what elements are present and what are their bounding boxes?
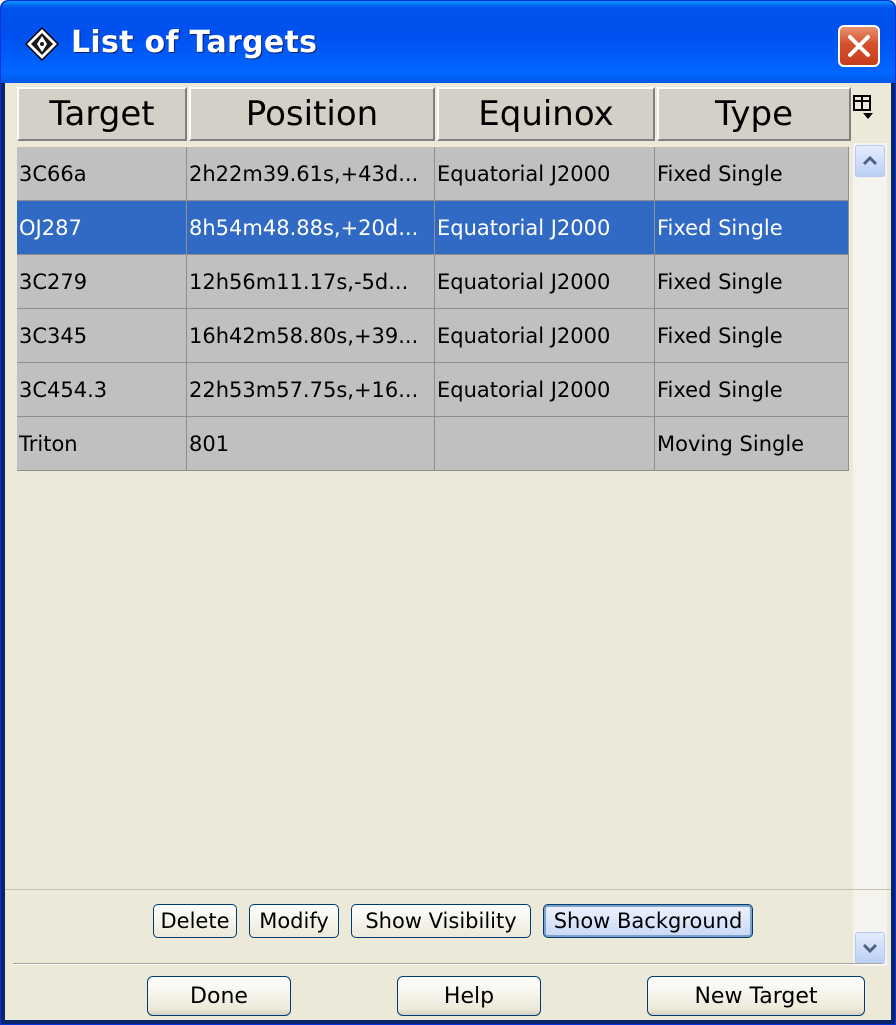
column-header-equinox[interactable]: Equinox bbox=[437, 87, 655, 141]
table-row[interactable]: 3C279 12h56m11.17s,-5d... Equatorial J20… bbox=[17, 255, 849, 309]
title-bar[interactable]: List of Targets bbox=[1, 1, 895, 83]
diamond-compass-icon bbox=[25, 27, 59, 61]
cell-equinox: Equatorial J2000 bbox=[435, 255, 655, 308]
table-row[interactable]: 3C454.3 22h53m57.75s,+16... Equatorial J… bbox=[17, 363, 849, 417]
cell-equinox: Equatorial J2000 bbox=[435, 201, 655, 254]
cell-equinox: Equatorial J2000 bbox=[435, 309, 655, 362]
cell-target: Triton bbox=[17, 417, 187, 470]
column-header-position[interactable]: Position bbox=[189, 87, 435, 141]
close-button[interactable] bbox=[838, 25, 880, 67]
show-background-button[interactable]: Show Background bbox=[543, 904, 753, 938]
table-row[interactable]: 3C66a 2h22m39.61s,+43d... Equatorial J20… bbox=[17, 147, 849, 201]
column-chooser-icon[interactable] bbox=[851, 93, 875, 123]
new-target-button[interactable]: New Target bbox=[647, 976, 865, 1016]
cell-target: 3C345 bbox=[17, 309, 187, 362]
separator bbox=[13, 963, 883, 965]
cell-position: 16h42m58.80s,+39... bbox=[187, 309, 435, 362]
cell-type: Fixed Single bbox=[655, 201, 849, 254]
cell-type: Fixed Single bbox=[655, 255, 849, 308]
cell-equinox: Equatorial J2000 bbox=[435, 363, 655, 416]
cell-target: 3C279 bbox=[17, 255, 187, 308]
cell-target: 3C66a bbox=[17, 147, 187, 200]
table-header: Target Position Equinox Type bbox=[17, 87, 853, 145]
cell-type: Moving Single bbox=[655, 417, 849, 470]
table-row[interactable]: 3C345 16h42m58.80s,+39... Equatorial J20… bbox=[17, 309, 849, 363]
vertical-scrollbar[interactable] bbox=[853, 143, 887, 966]
cell-type: Fixed Single bbox=[655, 363, 849, 416]
cell-equinox: Equatorial J2000 bbox=[435, 147, 655, 200]
delete-button[interactable]: Delete bbox=[153, 904, 237, 938]
cell-type: Fixed Single bbox=[655, 147, 849, 200]
show-visibility-button[interactable]: Show Visibility bbox=[351, 904, 531, 938]
modify-button[interactable]: Modify bbox=[249, 904, 339, 938]
cell-target: OJ287 bbox=[17, 201, 187, 254]
cell-type: Fixed Single bbox=[655, 309, 849, 362]
cell-equinox bbox=[435, 417, 655, 470]
cell-position: 22h53m57.75s,+16... bbox=[187, 363, 435, 416]
cell-target: 3C454.3 bbox=[17, 363, 187, 416]
scroll-up-button[interactable] bbox=[855, 145, 885, 177]
column-header-type[interactable]: Type bbox=[657, 87, 851, 141]
table-row-selected[interactable]: OJ287 8h54m48.88s,+20d... Equatorial J20… bbox=[17, 201, 849, 255]
table-row[interactable]: Triton 801 Moving Single bbox=[17, 417, 849, 471]
targets-table: Target Position Equinox Type 3C66a 2h22m… bbox=[17, 87, 853, 886]
cell-position: 8h54m48.88s,+20d... bbox=[187, 201, 435, 254]
list-of-targets-window: List of Targets Target Position Equinox … bbox=[0, 0, 896, 1025]
help-button[interactable]: Help bbox=[397, 976, 541, 1016]
column-header-target[interactable]: Target bbox=[17, 87, 187, 141]
action-button-row: Delete Modify Show Visibility Show Backg… bbox=[5, 889, 891, 944]
cell-position: 12h56m11.17s,-5d... bbox=[187, 255, 435, 308]
cell-position: 2h22m39.61s,+43d... bbox=[187, 147, 435, 200]
close-icon bbox=[848, 35, 870, 57]
window-title: List of Targets bbox=[71, 25, 318, 60]
cell-position: 801 bbox=[187, 417, 435, 470]
chevron-up-icon bbox=[862, 155, 878, 166]
client-area: Target Position Equinox Type 3C66a 2h22m… bbox=[5, 83, 891, 1020]
done-button[interactable]: Done bbox=[147, 976, 291, 1016]
